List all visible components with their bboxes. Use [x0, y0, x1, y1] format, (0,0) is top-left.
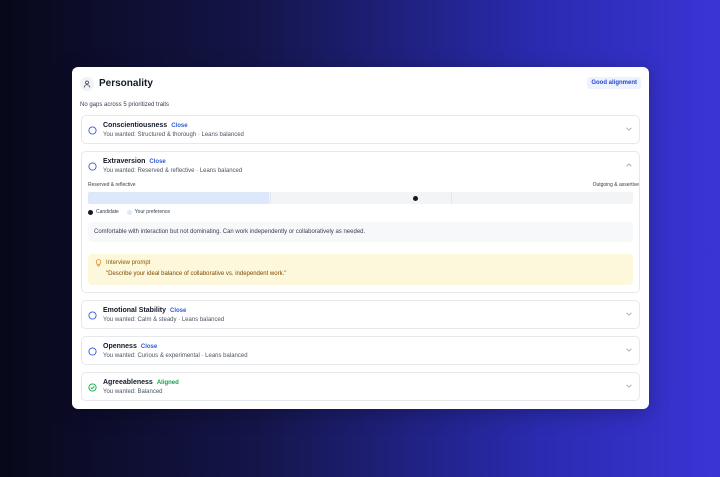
preference-range	[88, 192, 270, 204]
chevron-up-icon[interactable]	[625, 161, 633, 169]
trait-title: Extraversion Close	[103, 157, 166, 167]
candidate-marker	[412, 196, 418, 201]
trait-subtitle: You wanted: Balanced	[103, 389, 163, 395]
personality-card: Personality No gaps across 5 prioritized…	[72, 67, 649, 409]
card-header: Personality No gaps across 5 prioritized…	[80, 76, 641, 110]
page-subtitle: No gaps across 5 prioritized traits	[80, 102, 170, 108]
trait-name: Openness	[103, 343, 137, 350]
trait-subtitle: You wanted: Reserved & reflective · Lean…	[103, 168, 243, 174]
scale-divider	[451, 192, 452, 204]
prompt-text: "Describe your ideal balance of collabor…	[106, 271, 287, 277]
trait-title: Conscientiousness Close	[103, 121, 188, 131]
alignment-badge: Good alignment	[587, 77, 641, 89]
legend-candidate-label: Candidate	[96, 209, 119, 215]
trait-title: Agreeableness Aligned	[103, 378, 179, 388]
chevron-down-icon[interactable]	[625, 382, 633, 390]
trait-status: Aligned	[156, 380, 179, 386]
circle-icon	[88, 311, 97, 320]
scale-divider	[270, 192, 271, 204]
trait-description: Comfortable with interaction but not dom…	[88, 222, 633, 242]
legend-candidate: Candidate	[88, 209, 119, 215]
trait-row-agreeableness[interactable]: Agreeableness Aligned You wanted: Balance…	[81, 372, 640, 401]
trait-subtitle: You wanted: Curious & experimental · Lea…	[103, 353, 248, 359]
trait-row-emotional-stability[interactable]: Emotional Stability Close You wanted: Cal…	[81, 300, 640, 329]
legend-preference-swatch	[126, 209, 132, 215]
trait-name: Emotional Stability	[103, 307, 167, 314]
trait-name: Agreeableness	[103, 379, 153, 386]
scale-left-label: Reserved & reflective	[88, 182, 136, 188]
trait-name: Conscientiousness	[103, 122, 168, 129]
scale-legend: Candidate Your preference	[88, 209, 178, 215]
legend-candidate-swatch	[88, 209, 93, 215]
trait-title: Openness Close	[103, 342, 157, 352]
trait-title: Emotional Stability Close	[103, 306, 186, 316]
trait-subtitle: You wanted: Structured & thorough · Lean…	[103, 132, 244, 138]
trait-scale-track	[88, 192, 633, 204]
circle-icon	[88, 162, 97, 171]
chevron-down-icon[interactable]	[625, 125, 633, 133]
trait-name: Extraversion	[103, 158, 146, 165]
page-title: Personality	[99, 78, 153, 89]
interview-prompt: Interview prompt "Describe your ideal ba…	[88, 254, 633, 285]
chevron-down-icon[interactable]	[625, 310, 633, 318]
trait-status: Close	[140, 344, 158, 350]
trait-status: Close	[170, 308, 187, 314]
trait-status: Close	[171, 123, 188, 129]
prompt-title: Interview prompt	[106, 260, 151, 266]
trait-subtitle: You wanted: Calm & steady · Leans balanc…	[103, 317, 225, 323]
trait-row-extraversion[interactable]: Extraversion Close You wanted: Reserved &…	[81, 151, 640, 293]
chevron-down-icon[interactable]	[625, 346, 633, 354]
circle-icon	[88, 126, 97, 135]
trait-row-openness[interactable]: Openness Close You wanted: Curious & expe…	[81, 336, 640, 365]
legend-preference-label: Your preference	[134, 209, 171, 215]
user-icon	[80, 77, 94, 91]
circle-icon	[88, 347, 97, 356]
lightbulb-icon	[95, 259, 102, 267]
check-circle-icon	[88, 383, 97, 392]
legend-preference: Your preference	[126, 209, 171, 215]
scale-right-label: Outgoing & assertive	[592, 182, 639, 188]
trait-row-conscientiousness[interactable]: Conscientiousness Close You wanted: Struc…	[81, 115, 640, 144]
trait-status: Close	[149, 159, 166, 165]
